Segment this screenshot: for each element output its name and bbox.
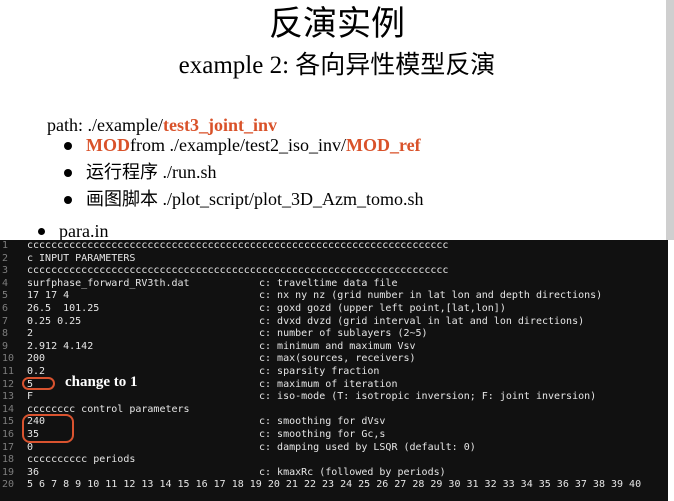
code-line: 2 c INPUT PARAMETERS bbox=[0, 253, 668, 266]
line-value: 2.912 4.142 bbox=[27, 340, 94, 352]
line-number: 9 bbox=[2, 340, 9, 352]
code-line: 19 36 c: kmaxRc (followed by periods) bbox=[0, 467, 668, 480]
line-number: 13 bbox=[2, 391, 15, 403]
slide-edge-shade bbox=[666, 0, 674, 240]
line-number: 20 bbox=[2, 479, 15, 491]
line-number: 4 bbox=[2, 277, 9, 289]
line-value: c INPUT PARAMETERS bbox=[27, 252, 136, 264]
line-value: cccccccccc periods bbox=[27, 454, 136, 466]
code-line: 6 26.5 101.25 c: goxd gozd (upper left poi… bbox=[0, 303, 668, 316]
bullet-text: MOD_ref bbox=[345, 135, 421, 155]
code-line: 17 0 c: damping used by LSQR (default: 0) bbox=[0, 442, 668, 455]
code-line: 18 cccccccccc periods bbox=[0, 454, 668, 467]
line-comment: c: sparsity fraction bbox=[259, 365, 380, 377]
para-in-label: para.in bbox=[38, 220, 108, 242]
bullet-text: MOD bbox=[86, 135, 130, 155]
bullet-text: 画图脚本 ./plot_script/plot_3D_Azm_tomo.sh bbox=[86, 189, 424, 209]
line-comment: c: damping used by LSQR (default: 0) bbox=[259, 441, 476, 453]
line-comment: c: traveltime data file bbox=[259, 277, 398, 289]
line-value: 36 bbox=[27, 466, 40, 478]
line-value: 0 bbox=[27, 441, 34, 453]
slide-subtitle: example 2: 各向异性模型反演 bbox=[178, 52, 496, 79]
line-number: 17 bbox=[2, 441, 15, 453]
line-comment: c: smoothing for dVsv bbox=[259, 416, 386, 428]
bullet-item-mod: MOD from ./example/test2_iso_inv/MOD_ref bbox=[64, 132, 424, 159]
code-line: 13 Fc: iso-mode (T: isotropic inversion; … bbox=[0, 391, 668, 404]
line-number: 1 bbox=[2, 240, 9, 251]
line-number: 2 bbox=[2, 252, 9, 264]
code-line: 1 ccccccccccccccccccccccccccccccccccccccc… bbox=[0, 240, 668, 253]
line-comment: c: smoothing for Gc,s bbox=[259, 428, 386, 440]
line-number: 15 bbox=[2, 416, 15, 428]
code-editor[interactable]: 1 ccccccccccccccccccccccccccccccccccccccc… bbox=[0, 240, 668, 501]
line-number: 12 bbox=[2, 378, 15, 390]
code-line: 15 240 c: smoothing for dVsv bbox=[0, 416, 668, 429]
bullet-text: 运行程序 ./run.sh bbox=[86, 162, 217, 182]
highlight-oval-iteration bbox=[22, 377, 55, 390]
change-annotation: change to 1 bbox=[65, 374, 138, 390]
line-comment: c: maximum of iteration bbox=[259, 378, 398, 390]
slide-title: 反演实例 bbox=[269, 6, 405, 43]
code-line: 3 ccccccccccccccccccccccccccccccccccccccc… bbox=[0, 265, 668, 278]
line-comment: c: minimum and maximum Vsv bbox=[259, 340, 416, 352]
line-number: 18 bbox=[2, 454, 15, 466]
bullet-text: from ./example/test2_iso_inv/ bbox=[130, 135, 346, 155]
line-number: 19 bbox=[2, 466, 15, 478]
code-line: 20 5 6 7 8 9 10 11 12 13 14 15 16 17 18 1… bbox=[0, 479, 668, 492]
line-value: 200 bbox=[27, 353, 46, 365]
line-number: 7 bbox=[2, 315, 9, 327]
code-line: 4 surfphase_forward_RV3th.dat c: traveltim… bbox=[0, 278, 668, 291]
line-value: 5 6 7 8 9 10 11 12 13 14 15 16 17 18 19 … bbox=[27, 479, 642, 491]
bullet-dot-icon bbox=[64, 168, 72, 177]
bullet-item-plot: 画图脚本 ./plot_script/plot_3D_Azm_tomo.sh bbox=[64, 186, 424, 213]
line-comment: c: max(sources, receivers) bbox=[259, 353, 416, 365]
line-value: 2 bbox=[27, 328, 34, 340]
line-number: 10 bbox=[2, 353, 15, 365]
line-value: F bbox=[27, 391, 34, 403]
line-value: cccccccccccccccccccccccccccccccccccccccc… bbox=[27, 240, 449, 251]
code-line: 10 200 c: max(sources, receivers) bbox=[0, 353, 668, 366]
bullet-dot-icon bbox=[64, 195, 72, 204]
code-line: 7 0.25 0.25 c: dvxd dvzd (grid interval in… bbox=[0, 316, 668, 329]
bullet-dot-icon bbox=[38, 227, 45, 235]
bullet-dot-icon bbox=[64, 141, 72, 150]
line-comment: c: dvxd dvzd (grid interval in lat and l… bbox=[259, 315, 585, 327]
code-line: 8 2 c: number of sublayers (2~5) bbox=[0, 328, 668, 341]
line-value: 0.25 0.25 bbox=[27, 315, 82, 327]
line-number: 11 bbox=[2, 365, 15, 377]
code-line: 9 2.912 4.142 c: minimum and maximum Vsv bbox=[0, 341, 668, 354]
line-number: 14 bbox=[2, 403, 15, 415]
bullet-list: MOD from ./example/test2_iso_inv/MOD_ref… bbox=[64, 132, 424, 213]
para-label-text: para.in bbox=[59, 221, 109, 241]
code-line: 14 cccccccc control parameters bbox=[0, 404, 668, 417]
line-value: cccccccccccccccccccccccccccccccccccccccc… bbox=[27, 265, 449, 277]
line-number: 16 bbox=[2, 428, 15, 440]
line-value: 26.5 101.25 bbox=[27, 302, 100, 314]
line-comment: c: goxd gozd (upper left point,[lat,lon]… bbox=[259, 302, 506, 314]
highlight-oval-smoothing bbox=[22, 414, 74, 443]
line-comment: c: number of sublayers (2~5) bbox=[259, 328, 428, 340]
line-number: 5 bbox=[2, 290, 9, 302]
line-comment: c: nx ny nz (grid number in lat lon and … bbox=[259, 290, 603, 302]
line-number: 6 bbox=[2, 302, 9, 314]
code-line: 16 35 c: smoothing for Gc,s bbox=[0, 429, 668, 442]
line-comment: c: kmaxRc (followed by periods) bbox=[259, 466, 446, 478]
bullet-item-run: 运行程序 ./run.sh bbox=[64, 159, 424, 186]
line-number: 3 bbox=[2, 265, 9, 277]
code-line: 5 17 17 4 c: nx ny nz (grid number in lat … bbox=[0, 290, 668, 303]
line-number: 8 bbox=[2, 328, 9, 340]
line-value: surfphase_forward_RV3th.dat bbox=[27, 277, 190, 289]
line-value: 17 17 4 bbox=[27, 290, 70, 302]
line-comment: c: iso-mode (T: isotropic inversion; F: … bbox=[259, 391, 597, 403]
